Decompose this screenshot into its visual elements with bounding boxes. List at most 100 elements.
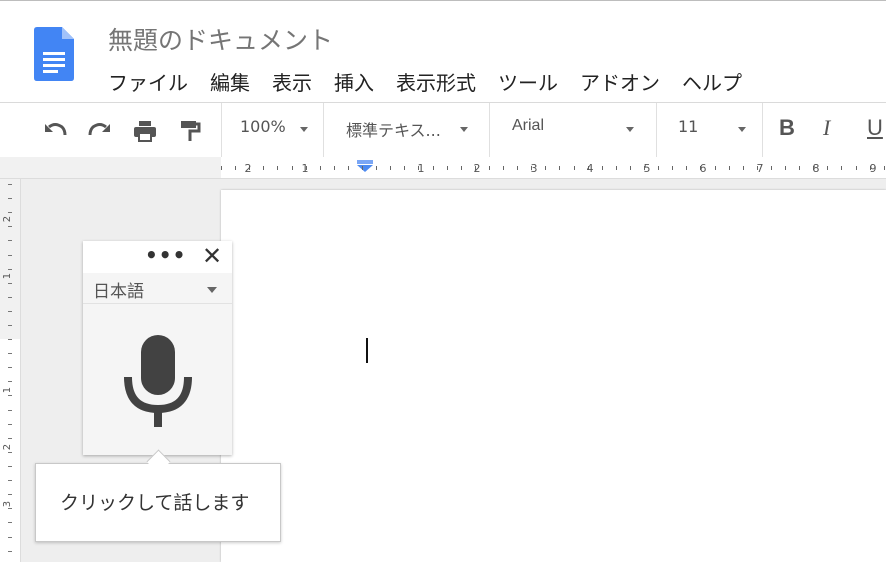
ruler-tick — [545, 166, 546, 170]
ruler-tick — [8, 297, 12, 298]
ruler-tick — [517, 166, 518, 170]
ruler-tick — [8, 551, 12, 552]
ruler-tick — [404, 166, 405, 170]
ruler-tick — [390, 166, 391, 170]
italic-button[interactable]: I — [823, 115, 830, 141]
voice-typing-panel: ••• ✕ 日本語 — [83, 241, 232, 455]
microphone-icon[interactable] — [123, 335, 193, 427]
more-options-icon[interactable]: ••• — [145, 243, 186, 267]
ruler-tick — [235, 166, 236, 170]
ruler-tick — [8, 522, 12, 523]
menu-view[interactable]: 表示 — [272, 67, 312, 96]
redo-icon[interactable] — [87, 118, 113, 144]
ruler-tick — [827, 166, 828, 170]
ruler-tick — [8, 226, 12, 227]
ruler-tick — [785, 166, 786, 170]
ruler-tick — [8, 480, 12, 481]
toolbar: 100% 標準テキス... Arial 11 B I U — [0, 102, 886, 158]
style-caret-icon[interactable] — [460, 127, 468, 132]
ruler-tick — [884, 166, 885, 170]
ruler-tick — [616, 166, 617, 170]
ruler-tick — [8, 367, 12, 368]
ruler-tick — [8, 240, 12, 241]
bold-button[interactable]: B — [779, 115, 795, 141]
hruler-label: 8 — [813, 162, 820, 175]
ruler-tick — [8, 353, 12, 354]
size-caret-icon[interactable] — [738, 127, 746, 132]
zoom-caret-icon[interactable] — [300, 127, 308, 132]
menu-help[interactable]: ヘルプ — [682, 67, 742, 96]
ruler-tick — [8, 339, 12, 340]
paragraph-style-select[interactable]: 標準テキス... — [346, 117, 441, 141]
ruler-tick — [503, 166, 504, 170]
ruler-tick — [334, 166, 335, 170]
title-bar: 無題のドキュメント ファイル 編集 表示 挿入 表示形式 ツール アドオン ヘル… — [0, 1, 886, 102]
close-icon[interactable]: ✕ — [202, 242, 222, 270]
google-docs-icon[interactable] — [34, 27, 74, 81]
ruler-tick — [799, 166, 800, 170]
hruler-label: 2 — [245, 162, 252, 175]
zoom-select[interactable]: 100% — [240, 117, 286, 136]
ruler-tick — [489, 166, 490, 170]
paint-format-icon[interactable] — [177, 118, 203, 144]
ruler-tick — [686, 166, 687, 170]
vertical-ruler[interactable]: 2 1 1 2 3 — [0, 179, 21, 562]
hruler-label: 9 — [870, 162, 877, 175]
vruler-label: 3 — [2, 501, 13, 507]
hruler-label: 5 — [644, 162, 651, 175]
hruler-label: 3 — [531, 162, 538, 175]
hruler-label: 1 — [302, 162, 309, 175]
ruler-tick — [672, 166, 673, 170]
menu-bar: ファイル 編集 表示 挿入 表示形式 ツール アドオン ヘルプ — [108, 67, 742, 96]
ruler-tick — [8, 452, 12, 453]
hruler-label: 2 — [474, 162, 481, 175]
vruler-label: 1 — [2, 387, 13, 393]
vruler-label: 1 — [2, 273, 13, 279]
horizontal-ruler-graphic: 2 1 1 2 3 4 5 6 7 8 9 — [221, 157, 886, 178]
menu-file[interactable]: ファイル — [108, 67, 188, 96]
ruler-tick — [630, 166, 631, 170]
ruler-tick — [221, 166, 222, 170]
underline-button[interactable]: U — [867, 115, 883, 141]
ruler-tick — [263, 166, 264, 170]
ruler-tick — [8, 410, 12, 411]
ruler-tick — [8, 537, 12, 538]
menu-addons[interactable]: アドオン — [580, 67, 660, 96]
vruler-label: 2 — [2, 444, 13, 450]
ruler-tick — [8, 381, 12, 382]
ruler-tick — [362, 166, 363, 170]
menu-format[interactable]: 表示形式 — [396, 67, 476, 96]
toolbar-separator — [762, 103, 763, 157]
tooltip-text: クリックして話します — [60, 492, 250, 514]
document-title[interactable]: 無題のドキュメント — [108, 21, 333, 57]
vruler-label: 2 — [2, 216, 13, 222]
hruler-label: 4 — [587, 162, 594, 175]
hruler-label: 6 — [700, 162, 707, 175]
ruler-tick — [574, 166, 575, 170]
ruler-tick — [856, 166, 857, 170]
ruler-tick — [461, 166, 462, 170]
font-caret-icon[interactable] — [626, 127, 634, 132]
ruler-tick — [8, 325, 12, 326]
language-select[interactable]: 日本語 — [83, 273, 232, 304]
toolbar-separator — [323, 103, 324, 157]
menu-tools[interactable]: ツール — [498, 67, 558, 96]
ruler-tick — [8, 269, 12, 270]
menu-insert[interactable]: 挿入 — [334, 67, 374, 96]
print-icon[interactable] — [132, 118, 158, 144]
menu-edit[interactable]: 編集 — [210, 67, 250, 96]
ruler-tick — [841, 166, 842, 170]
undo-icon[interactable] — [42, 118, 68, 144]
ruler-tick — [277, 166, 278, 170]
vertical-ruler-graphic: 2 1 1 2 3 — [0, 184, 20, 562]
ruler-tick — [8, 395, 12, 396]
text-cursor — [366, 338, 368, 363]
ruler-tick — [8, 438, 12, 439]
font-select[interactable]: Arial — [512, 117, 544, 135]
ruler-tick — [348, 166, 349, 170]
ruler-tick — [8, 198, 12, 199]
font-size-select[interactable]: 11 — [678, 117, 698, 136]
document-page[interactable] — [221, 190, 886, 562]
horizontal-ruler[interactable]: 2 1 1 2 3 4 5 6 7 8 9 — [0, 157, 886, 179]
ruler-tick — [559, 166, 560, 170]
